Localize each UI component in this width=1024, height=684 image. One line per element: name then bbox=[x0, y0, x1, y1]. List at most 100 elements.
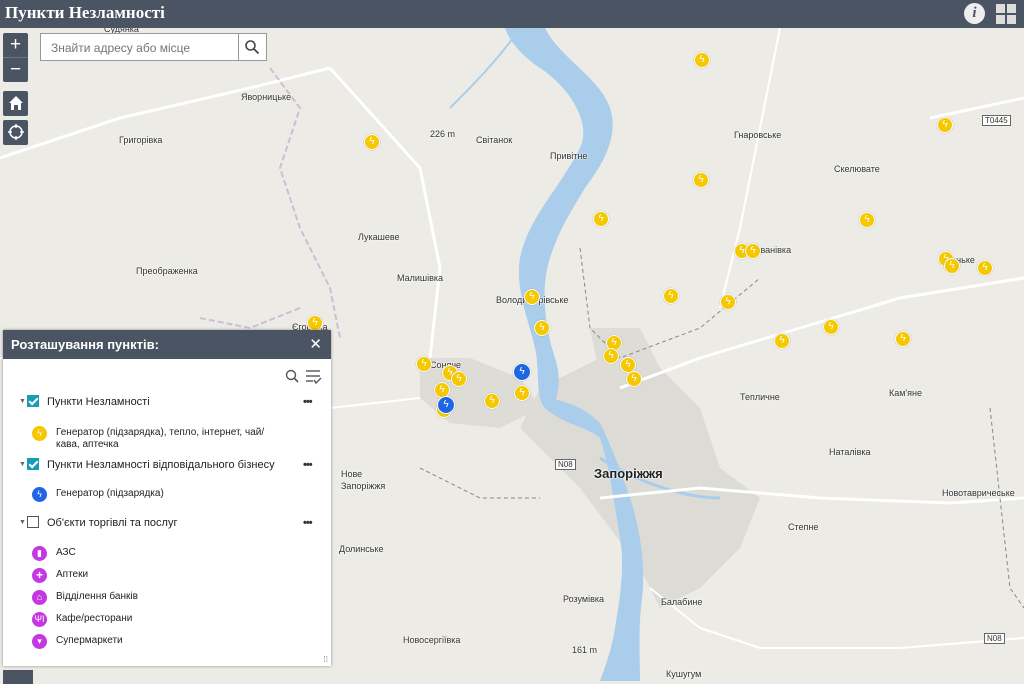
lightning-marker[interactable]: ϟ bbox=[307, 315, 323, 331]
elevation-label: 161 m bbox=[572, 645, 598, 655]
layer-name: Пункти Незламності bbox=[47, 396, 150, 408]
lightning-marker[interactable]: ϟ bbox=[364, 134, 380, 150]
place-label: Преображенка bbox=[136, 266, 198, 276]
caret-down-icon[interactable]: ▼ bbox=[19, 461, 26, 468]
bank-icon: ⌂ bbox=[32, 590, 47, 605]
panel-header: Розташування пунктів: ✕ bbox=[3, 330, 331, 359]
search-button[interactable] bbox=[238, 34, 266, 60]
lightning-marker[interactable]: ϟ bbox=[859, 212, 875, 228]
layer-panel: Розташування пунктів: ✕ ▼ Пункти Незламн… bbox=[3, 330, 331, 666]
place-label: Долинське bbox=[339, 544, 384, 554]
caret-down-icon[interactable]: ▼ bbox=[19, 519, 26, 526]
place-label: Григорівка bbox=[119, 135, 163, 145]
place-label: Нове bbox=[341, 469, 363, 479]
more-options-icon[interactable]: ••• bbox=[303, 517, 313, 529]
lightning-marker[interactable]: ϟ bbox=[524, 289, 540, 305]
fuel-icon: ▮ bbox=[32, 546, 47, 561]
close-icon[interactable]: ✕ bbox=[309, 335, 322, 353]
elevation-label: 226 m bbox=[430, 129, 456, 139]
layer-checkbox[interactable] bbox=[27, 395, 39, 407]
search-box bbox=[40, 33, 267, 61]
place-label: Степне bbox=[788, 522, 819, 532]
city-label: Запоріжжя bbox=[594, 466, 663, 481]
legend-label: Відділення банків bbox=[56, 591, 138, 602]
lightning-marker[interactable]: ϟ bbox=[593, 211, 609, 227]
lightning-marker[interactable]: ϟ bbox=[693, 172, 709, 188]
road-label: N08 bbox=[984, 633, 1005, 644]
zoom-in-button[interactable]: + bbox=[3, 33, 28, 57]
layer-checkbox[interactable] bbox=[27, 458, 39, 470]
legend-label: АЗС bbox=[56, 547, 76, 558]
legend-label: Аптеки bbox=[56, 569, 89, 580]
place-label: Кам'яне bbox=[889, 388, 923, 398]
home-icon bbox=[8, 96, 23, 110]
info-icon[interactable]: i bbox=[964, 3, 985, 24]
lightning-marker[interactable]: ϟ bbox=[720, 294, 736, 310]
lightning-marker[interactable]: ϟ bbox=[484, 393, 500, 409]
layer-name: Пункти Незламності відповідального бізне… bbox=[47, 459, 275, 471]
legend-label: Кафе/ресторани bbox=[56, 613, 133, 624]
legend-label: Генератор (підзарядка), тепло, інтернет,… bbox=[56, 427, 265, 450]
place-label: Лукашеве bbox=[358, 232, 400, 242]
business-lightning-marker[interactable]: ϟ bbox=[437, 396, 455, 414]
place-label: Скелювате bbox=[834, 164, 880, 174]
lightning-marker[interactable]: ϟ bbox=[663, 288, 679, 304]
caret-down-icon[interactable]: ▼ bbox=[19, 398, 26, 405]
lightning-marker[interactable]: ϟ bbox=[694, 52, 710, 68]
place-label: Новосергіївка bbox=[403, 635, 461, 645]
lightning-marker[interactable]: ϟ bbox=[977, 260, 993, 276]
place-label: Яворницьке bbox=[241, 92, 292, 102]
legend-label: Супермаркети bbox=[56, 635, 123, 646]
lightning-marker[interactable]: ϟ bbox=[416, 356, 432, 372]
search-input[interactable] bbox=[49, 38, 238, 58]
lightning-marker[interactable]: ϟ bbox=[451, 371, 467, 387]
layer-name: Об'єкти торгівлі та послуг bbox=[47, 517, 178, 529]
lightning-marker[interactable]: ϟ bbox=[895, 331, 911, 347]
road-label: T0445 bbox=[982, 115, 1011, 126]
more-options-icon[interactable]: ••• bbox=[303, 396, 313, 408]
layer-checkbox[interactable] bbox=[27, 516, 39, 528]
grid-icon[interactable] bbox=[996, 4, 1016, 24]
app-title: Пункти Незламності bbox=[5, 3, 165, 22]
pharmacy-cross-icon: + bbox=[32, 568, 47, 583]
crosshair-icon bbox=[7, 124, 24, 140]
lightning-marker[interactable]: ϟ bbox=[823, 319, 839, 335]
lightning-marker[interactable]: ϟ bbox=[514, 385, 530, 401]
place-label: Гнаровське bbox=[734, 130, 782, 140]
cart-icon: ▾ bbox=[32, 634, 47, 649]
lightning-marker[interactable]: ϟ bbox=[944, 258, 960, 274]
place-label: Привітне bbox=[550, 151, 588, 161]
home-button[interactable] bbox=[3, 91, 28, 116]
filter-list-icon[interactable] bbox=[306, 370, 322, 385]
zoom-out-button[interactable]: − bbox=[3, 57, 28, 82]
legend-label: Генератор (підзарядка) bbox=[56, 488, 164, 499]
lightning-marker[interactable]: ϟ bbox=[603, 348, 619, 364]
search-icon bbox=[245, 40, 260, 55]
panel-toggle-button[interactable] bbox=[3, 670, 33, 684]
locate-button[interactable] bbox=[3, 120, 28, 145]
place-label: Запоріжжя bbox=[341, 481, 386, 491]
zoom-control: + − bbox=[3, 33, 28, 82]
place-label: Тепличне bbox=[740, 392, 780, 402]
lightning-marker[interactable]: ϟ bbox=[937, 117, 953, 133]
lightning-marker[interactable]: ϟ bbox=[745, 243, 761, 259]
place-label: Кушугум bbox=[666, 669, 702, 679]
lightning-marker[interactable]: ϟ bbox=[626, 371, 642, 387]
place-label: Новотавричеське bbox=[942, 488, 1015, 498]
search-icon[interactable] bbox=[285, 369, 299, 383]
panel-tools bbox=[285, 369, 322, 385]
restaurant-icon: ΨΙ bbox=[32, 612, 47, 627]
place-label: Малишівка bbox=[397, 273, 444, 283]
business-lightning-marker[interactable]: ϟ bbox=[513, 363, 531, 381]
place-label: Балабине bbox=[661, 597, 703, 607]
lightning-marker[interactable]: ϟ bbox=[774, 333, 790, 349]
place-label: Світанок bbox=[476, 135, 513, 145]
more-options-icon[interactable]: ••• bbox=[303, 459, 313, 471]
lightning-icon: ϟ bbox=[32, 426, 47, 441]
resize-handle-icon[interactable]: ⁞⁞ bbox=[324, 655, 328, 664]
lightning-marker[interactable]: ϟ bbox=[534, 320, 550, 336]
place-label: Наталівка bbox=[829, 447, 871, 457]
app-header: Пункти Незламності i bbox=[0, 0, 1024, 28]
road-label: N08 bbox=[555, 459, 576, 470]
panel-title: Розташування пунктів: bbox=[11, 337, 159, 352]
